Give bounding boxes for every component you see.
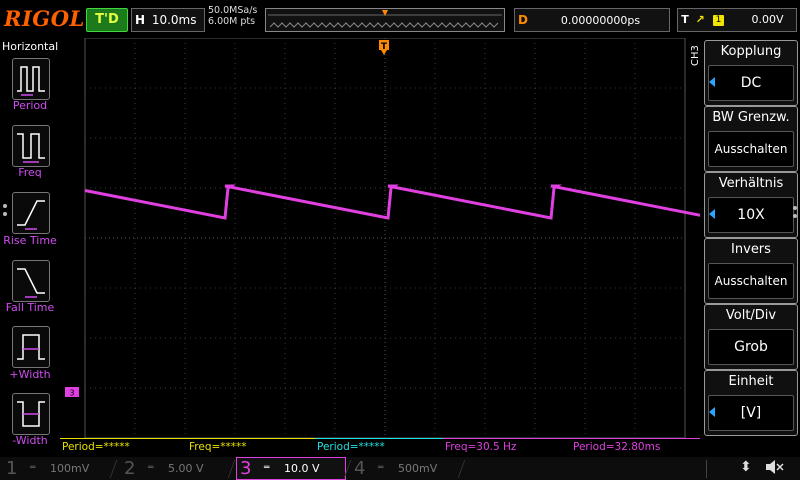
unit-value: [V] [708,395,794,431]
trigger-marker[interactable]: T [379,40,389,55]
memory-depth: 6.00M pts [208,16,256,27]
timebase-value: 10.0ms [151,13,197,27]
channel-tag: CH3 [690,45,701,66]
graticule [84,38,686,438]
channel-1-number[interactable]: 1 [6,457,17,480]
rise-time-label: Rise Time [3,234,57,247]
trigger-source-badge: 1 [713,14,724,26]
page-dot-icon [793,206,797,210]
invert-value: Ausschalten [708,263,794,299]
freq-measure-button[interactable] [12,125,50,167]
measurement-item: Period=***** [315,438,443,454]
mute-icon[interactable] [764,458,784,480]
volt-div-value: Grob [708,329,794,365]
svg-text:3: 3 [69,389,74,398]
acquisition-info: 50.0MSa/s 6.00M pts [208,5,257,27]
memory-waveform-overview [268,10,502,28]
channel-4-scale[interactable]: 500mV [398,457,437,480]
negative-width-label: -Width [12,434,48,447]
fall-time-icon [17,268,45,298]
measurement-item: Period=***** [60,438,187,454]
rise-time-measure-button[interactable] [12,192,50,234]
channel-2-scale[interactable]: 5.00 V [168,457,204,480]
period-icon [17,66,45,96]
dc-coupling-icon: ═ [264,463,270,473]
left-arrow-icon [709,407,715,417]
probe-ratio-menu[interactable]: Verhältnis 10X [704,172,798,238]
waveform-display[interactable]: T 3 [60,38,700,438]
invert-menu[interactable]: Invers Ausschalten [704,238,798,304]
measurement-item: Freq=***** [187,438,315,454]
memory-position-bar[interactable] [265,8,505,32]
negative-width-measure-button[interactable] [12,393,50,435]
positive-width-measure-button[interactable] [12,326,50,368]
trigger-letter: T [681,13,689,26]
sample-rate: 50.0MSa/s [208,5,258,16]
positive-width-icon [17,334,45,360]
usb-icon: ⬍ [740,459,752,475]
unit-menu[interactable]: Einheit [V] [704,370,798,436]
page-dot-icon [3,212,7,216]
frequency-icon [17,133,45,163]
trigger-level: 0.00V [751,13,784,26]
unit-title: Einheit [728,374,774,389]
probe-ratio-value: 10X [708,197,794,233]
rigol-logo: RIGOL [4,6,85,31]
channel-2-number[interactable]: 2 [124,457,135,480]
fall-time-label: Fall Time [5,301,55,314]
channel-1-scale[interactable]: 100mV [50,457,89,480]
positive-width-label: +Width [9,368,51,381]
left-arrow-icon [709,209,715,219]
period-measure-button[interactable] [12,58,50,100]
dc-coupling-icon: ═ [378,463,384,473]
period-label: Period [12,99,48,112]
volt-div-menu[interactable]: Volt/Div Grob [704,304,798,370]
trigger-display[interactable]: T ↗ 1 0.00V [677,8,797,32]
dc-coupling-icon: ═ [148,463,154,473]
channel-4-number[interactable]: 4 [354,457,365,480]
bandwidth-limit-title: BW Grenzw. [712,110,790,125]
coupling-title: Kopplung [720,44,782,59]
coupling-menu[interactable]: Kopplung DC [704,40,798,106]
channel3-ground-marker[interactable]: 3 [65,387,79,398]
run-status-button[interactable]: T'D [86,8,128,32]
delay-value: 0.00000000ps [560,14,641,27]
divider [706,460,707,478]
invert-title: Invers [731,242,771,257]
probe-ratio-title: Verhältnis [718,176,784,191]
page-dot-icon [793,214,797,218]
delay-display[interactable]: D 0.00000000ps [514,8,670,32]
timebase-letter: H [134,13,146,27]
channel3-waveform [84,184,700,220]
measurement-item: Freq=30.5 Hz [443,438,571,454]
bandwidth-limit-value: Ausschalten [708,131,794,167]
left-arrow-icon [709,77,715,87]
volt-div-title: Volt/Div [725,308,777,323]
delay-letter: D [518,13,528,27]
coupling-value: DC [708,65,794,101]
rise-time-icon [17,200,45,230]
page-dot-icon [3,204,7,208]
channel-3-scale[interactable]: 10.0 V [284,457,320,480]
bandwidth-limit-menu[interactable]: BW Grenzw. Ausschalten [704,106,798,172]
timebase-display[interactable]: H 10.0ms [131,8,205,32]
rising-edge-icon: ↗ [695,13,705,26]
dc-coupling-icon: ═ [30,463,36,473]
fall-time-measure-button[interactable] [12,260,50,302]
channel-3-number[interactable]: 3 [240,457,251,480]
freq-label: Freq [18,166,42,179]
horizontal-menu-title: Horizontal [2,40,59,53]
measurement-item: Period=32.80ms [571,438,700,454]
negative-width-icon [17,401,45,427]
